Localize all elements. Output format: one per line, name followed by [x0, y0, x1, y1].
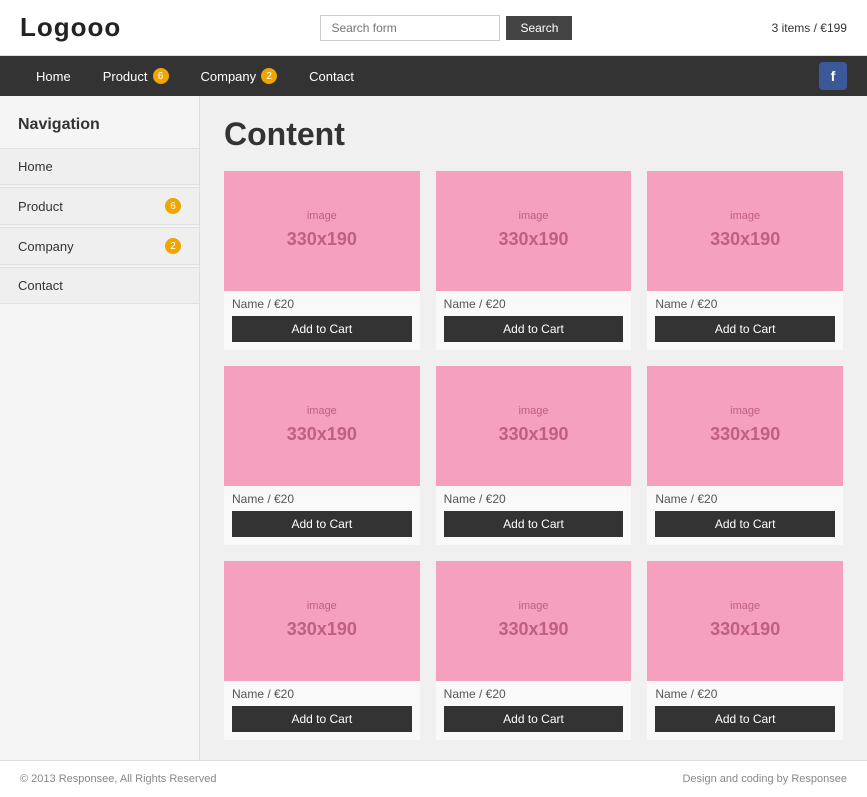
product-image-label: image [730, 208, 760, 226]
product-card: image 330x190 Name / €20 Add to Cart [224, 561, 420, 740]
sidebar-item-contact-label: Contact [18, 278, 63, 293]
product-image-size: 330x190 [287, 225, 357, 254]
product-name: Name / €20 [444, 297, 624, 311]
product-image: image 330x190 [436, 171, 632, 291]
product-name: Name / €20 [444, 492, 624, 506]
nav-badge-company: 2 [261, 68, 277, 84]
add-to-cart-button[interactable]: Add to Cart [655, 511, 835, 537]
product-image: image 330x190 [224, 171, 420, 291]
product-card: image 330x190 Name / €20 Add to Cart [224, 171, 420, 350]
nav-item-contact[interactable]: Contact [293, 57, 370, 96]
sidebar-badge-product: 6 [165, 198, 181, 214]
product-info: Name / €20 Add to Cart [647, 681, 843, 740]
product-card: image 330x190 Name / €20 Add to Cart [647, 171, 843, 350]
product-name: Name / €20 [232, 297, 412, 311]
product-image-size: 330x190 [287, 615, 357, 644]
product-info: Name / €20 Add to Cart [224, 486, 420, 545]
footer: © 2013 Responsee, All Rights Reserved De… [0, 760, 867, 797]
product-card: image 330x190 Name / €20 Add to Cart [436, 171, 632, 350]
footer-right: Design and coding by Responsee [682, 773, 847, 785]
product-image-label: image [730, 598, 760, 616]
product-name: Name / €20 [655, 297, 835, 311]
product-image-size: 330x190 [710, 225, 780, 254]
product-name: Name / €20 [655, 687, 835, 701]
product-image-label: image [307, 403, 337, 421]
product-image: image 330x190 [224, 366, 420, 486]
product-info: Name / €20 Add to Cart [647, 291, 843, 350]
nav-items: Home Product 6 Company 2 Contact [20, 56, 370, 96]
add-to-cart-button[interactable]: Add to Cart [655, 316, 835, 342]
add-to-cart-button[interactable]: Add to Cart [444, 706, 624, 732]
sidebar-item-product[interactable]: Product 6 [0, 187, 199, 225]
sidebar-item-company[interactable]: Company 2 [0, 227, 199, 265]
product-name: Name / €20 [655, 492, 835, 506]
product-image: image 330x190 [647, 171, 843, 291]
sidebar-item-company-label: Company [18, 239, 74, 254]
product-info: Name / €20 Add to Cart [436, 291, 632, 350]
main-content: Navigation Home Product 6 Company 2 Cont… [0, 96, 867, 760]
nav-bar: Home Product 6 Company 2 Contact f [0, 56, 867, 96]
add-to-cart-button[interactable]: Add to Cart [232, 706, 412, 732]
product-image-label: image [307, 598, 337, 616]
sidebar-item-product-label: Product [18, 199, 63, 214]
sidebar-item-contact[interactable]: Contact [0, 267, 199, 304]
add-to-cart-button[interactable]: Add to Cart [232, 316, 412, 342]
header: Logooo Search 3 items / €199 [0, 0, 867, 56]
product-info: Name / €20 Add to Cart [224, 681, 420, 740]
search-area: Search [320, 15, 572, 41]
product-name: Name / €20 [232, 687, 412, 701]
nav-item-home[interactable]: Home [20, 57, 87, 96]
product-name: Name / €20 [444, 687, 624, 701]
product-image-label: image [519, 403, 549, 421]
product-image-size: 330x190 [287, 420, 357, 449]
product-image-label: image [307, 208, 337, 226]
product-info: Name / €20 Add to Cart [436, 486, 632, 545]
sidebar-badge-company: 2 [165, 238, 181, 254]
product-image: image 330x190 [647, 561, 843, 681]
logo: Logooo [20, 12, 121, 43]
product-image-size: 330x190 [498, 615, 568, 644]
product-card: image 330x190 Name / €20 Add to Cart [436, 366, 632, 545]
product-image-size: 330x190 [498, 420, 568, 449]
product-image-size: 330x190 [710, 615, 780, 644]
add-to-cart-button[interactable]: Add to Cart [655, 706, 835, 732]
search-button[interactable]: Search [506, 16, 572, 40]
search-input[interactable] [320, 15, 500, 41]
product-image-label: image [730, 403, 760, 421]
add-to-cart-button[interactable]: Add to Cart [444, 511, 624, 537]
product-image: image 330x190 [436, 366, 632, 486]
nav-badge-product: 6 [153, 68, 169, 84]
add-to-cart-button[interactable]: Add to Cart [232, 511, 412, 537]
product-info: Name / €20 Add to Cart [647, 486, 843, 545]
sidebar-title: Navigation [0, 116, 199, 148]
nav-item-product[interactable]: Product 6 [87, 56, 185, 96]
footer-left: © 2013 Responsee, All Rights Reserved [20, 773, 216, 785]
product-image: image 330x190 [224, 561, 420, 681]
add-to-cart-button[interactable]: Add to Cart [444, 316, 624, 342]
nav-item-company[interactable]: Company 2 [185, 56, 294, 96]
sidebar-item-home[interactable]: Home [0, 148, 199, 185]
sidebar-item-home-label: Home [18, 159, 53, 174]
sidebar: Navigation Home Product 6 Company 2 Cont… [0, 96, 200, 760]
product-image-label: image [519, 598, 549, 616]
product-image: image 330x190 [647, 366, 843, 486]
product-image-size: 330x190 [710, 420, 780, 449]
product-image: image 330x190 [436, 561, 632, 681]
product-card: image 330x190 Name / €20 Add to Cart [647, 561, 843, 740]
product-info: Name / €20 Add to Cart [224, 291, 420, 350]
facebook-icon[interactable]: f [819, 62, 847, 90]
product-card: image 330x190 Name / €20 Add to Cart [436, 561, 632, 740]
product-card: image 330x190 Name / €20 Add to Cart [647, 366, 843, 545]
content-title: Content [224, 116, 843, 153]
product-image-label: image [519, 208, 549, 226]
content-area: Content image 330x190 Name / €20 Add to … [200, 96, 867, 760]
product-name: Name / €20 [232, 492, 412, 506]
cart-info: 3 items / €199 [772, 21, 847, 35]
product-card: image 330x190 Name / €20 Add to Cart [224, 366, 420, 545]
product-image-size: 330x190 [498, 225, 568, 254]
product-info: Name / €20 Add to Cart [436, 681, 632, 740]
